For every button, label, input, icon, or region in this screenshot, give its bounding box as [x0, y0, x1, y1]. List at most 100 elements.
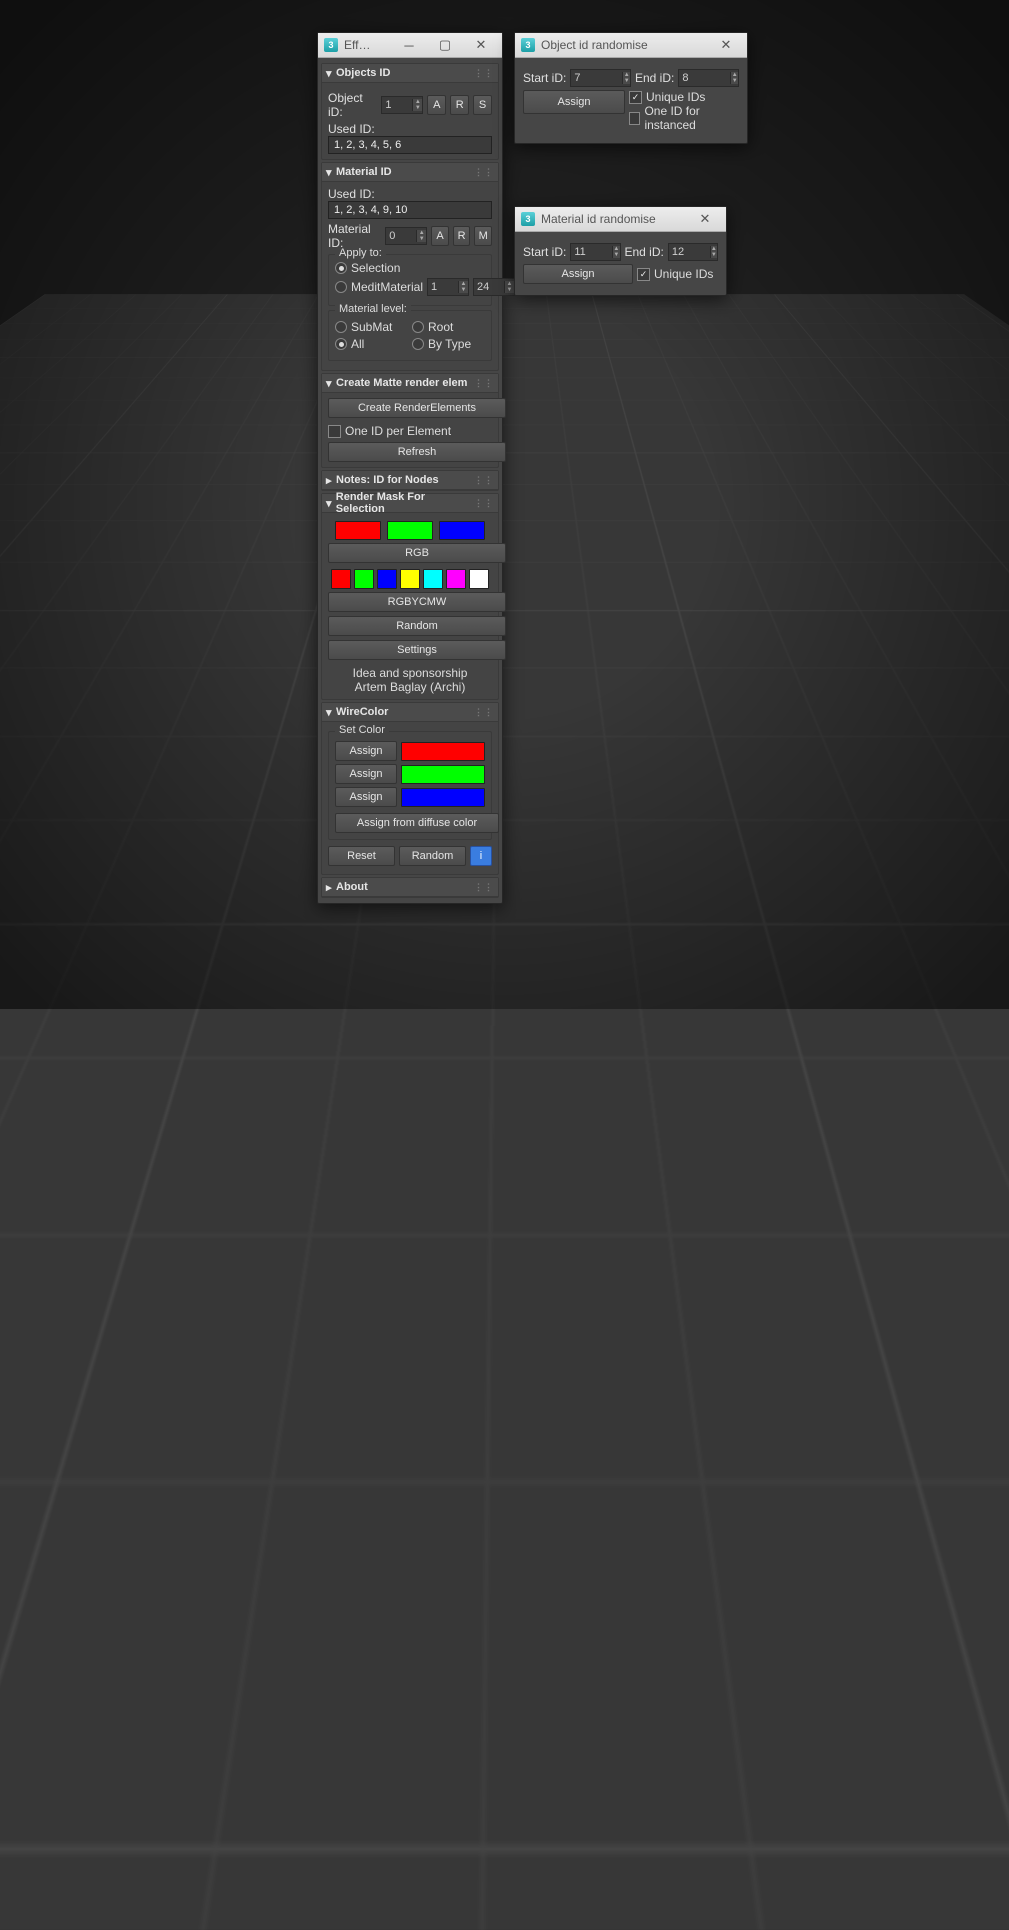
wire-swatch-green[interactable]	[401, 765, 485, 784]
swatch-blue[interactable]	[439, 521, 485, 540]
radio-meditmaterial[interactable]: MeditMaterial	[335, 280, 423, 294]
medit-end-input[interactable]	[474, 281, 504, 293]
used-id-input[interactable]	[328, 136, 492, 154]
rgbycmw-swatches	[328, 569, 492, 589]
maximize-button[interactable]: ▢	[430, 33, 460, 57]
radio-all[interactable]: All	[335, 337, 408, 351]
object-id-spinner[interactable]: ▲▼	[381, 96, 423, 114]
rollout-header-material-id[interactable]: ▾ Material ID ⋮⋮	[322, 163, 498, 182]
drag-handle-icon[interactable]: ⋮⋮	[474, 498, 494, 509]
assign-button-a[interactable]: A	[427, 95, 446, 115]
window-title: Material id randomise	[541, 212, 656, 226]
object-id-label: Object iD:	[328, 91, 377, 119]
mat-m[interactable]: M	[474, 226, 492, 246]
drag-handle-icon[interactable]: ⋮⋮	[474, 68, 494, 79]
medit-start-spinner[interactable]: ▲▼	[427, 278, 469, 296]
assign-red-button[interactable]: Assign	[335, 741, 397, 761]
swatch-yellow[interactable]	[400, 569, 420, 589]
rollout-header-about[interactable]: ▸ About ⋮⋮	[322, 878, 498, 897]
end-id-spinner[interactable]: ▲▼	[678, 69, 739, 87]
one-id-instanced-checkbox[interactable]: One ID for instanced	[629, 104, 739, 132]
rollout-header-objects-id[interactable]: ▾ Objects ID ⋮⋮	[322, 64, 498, 83]
rollout-header-notes[interactable]: ▸ Notes: ID for Nodes ⋮⋮	[322, 471, 498, 490]
rollout-header-render-mask[interactable]: ▾ Render Mask For Selection ⋮⋮	[322, 494, 498, 513]
settings-button[interactable]: Settings	[328, 640, 506, 660]
refresh-button[interactable]: Refresh	[328, 442, 506, 462]
material-id-spinner[interactable]: ▲▼	[385, 227, 427, 245]
random-wire-button[interactable]: Random	[399, 846, 466, 866]
start-id-input[interactable]	[571, 72, 622, 84]
medit-start-input[interactable]	[428, 281, 458, 293]
assign-blue-button[interactable]: Assign	[335, 787, 397, 807]
start-id-input[interactable]	[571, 246, 612, 258]
swatch-magenta[interactable]	[446, 569, 466, 589]
wire-swatch-blue[interactable]	[401, 788, 485, 807]
assign-from-diffuse-button[interactable]: Assign from diffuse color	[335, 813, 499, 833]
assign-button[interactable]: Assign	[523, 264, 633, 284]
titlebar[interactable]: 3 Material id randomise ✕	[515, 207, 726, 232]
swatch-cyan[interactable]	[423, 569, 443, 589]
rollout-material-id: ▾ Material ID ⋮⋮ Used ID: Material ID: ▲…	[321, 162, 499, 371]
radio-bytype[interactable]: By Type	[412, 337, 485, 351]
close-button[interactable]: ✕	[711, 33, 741, 57]
end-id-input[interactable]	[679, 72, 730, 84]
app-icon: 3	[324, 38, 338, 52]
swatch-red[interactable]	[331, 569, 351, 589]
drag-handle-icon[interactable]: ⋮⋮	[474, 378, 494, 389]
radio-selection[interactable]: Selection	[335, 261, 485, 275]
mat-random-r[interactable]: R	[453, 226, 471, 246]
random-mask-button[interactable]: Random	[328, 616, 506, 636]
chevron-down-icon: ▾	[326, 497, 336, 510]
rgb-button[interactable]: RGB	[328, 543, 506, 563]
radio-root[interactable]: Root	[412, 320, 485, 334]
rollout-title: WireColor	[336, 706, 388, 718]
assign-button[interactable]: Assign	[523, 90, 625, 114]
end-id-label: End iD:	[625, 245, 664, 259]
close-button[interactable]: ✕	[466, 33, 496, 57]
random-button-r[interactable]: R	[450, 95, 469, 115]
unique-ids-checkbox[interactable]: ✓Unique IDs	[637, 267, 713, 281]
start-id-spinner[interactable]: ▲▼	[570, 243, 620, 261]
start-id-spinner[interactable]: ▲▼	[570, 69, 631, 87]
titlebar[interactable]: 3 Object id randomise ✕	[515, 33, 747, 58]
rgbycmw-button[interactable]: RGBYCMW	[328, 592, 506, 612]
assign-green-button[interactable]: Assign	[335, 764, 397, 784]
mat-used-input[interactable]	[328, 201, 492, 219]
minimize-button[interactable]: ─	[394, 33, 424, 57]
material-id-input[interactable]	[386, 230, 416, 242]
swatch-white[interactable]	[469, 569, 489, 589]
main-window: 3 Eff… ─ ▢ ✕ ▾ Objects ID ⋮⋮ Object iD: …	[317, 32, 503, 904]
reset-button[interactable]: Reset	[328, 846, 395, 866]
mat-assign-a[interactable]: A	[431, 226, 449, 246]
info-button[interactable]: i	[470, 846, 492, 866]
app-icon: 3	[521, 38, 535, 52]
radio-submat[interactable]: SubMat	[335, 320, 408, 334]
drag-handle-icon[interactable]: ⋮⋮	[474, 707, 494, 718]
medit-end-spinner[interactable]: ▲▼	[473, 278, 515, 296]
drag-handle-icon[interactable]: ⋮⋮	[474, 882, 494, 893]
end-id-input[interactable]	[669, 246, 710, 258]
object-id-input[interactable]	[382, 99, 412, 111]
rollout-title: Render Mask For Selection	[336, 491, 474, 515]
wire-swatch-red[interactable]	[401, 742, 485, 761]
rollout-header-wirecolor[interactable]: ▾ WireColor ⋮⋮	[322, 703, 498, 722]
swatch-green[interactable]	[387, 521, 433, 540]
object-randomise-window: 3 Object id randomise ✕ Start iD: ▲▼ End…	[514, 32, 748, 144]
apply-to-title: Apply to:	[335, 247, 386, 259]
create-renderelements-button[interactable]: Create RenderElements	[328, 398, 506, 418]
one-id-per-element-checkbox[interactable]: One ID per Element	[328, 424, 451, 438]
rollout-render-mask: ▾ Render Mask For Selection ⋮⋮ RGB	[321, 493, 499, 700]
viewport-vignette	[0, 0, 1009, 1009]
rollout-header-matte[interactable]: ▾ Create Matte render elem ⋮⋮	[322, 374, 498, 393]
drag-handle-icon[interactable]: ⋮⋮	[474, 167, 494, 178]
swatch-green[interactable]	[354, 569, 374, 589]
swatch-blue[interactable]	[377, 569, 397, 589]
select-button-s[interactable]: S	[473, 95, 492, 115]
drag-handle-icon[interactable]: ⋮⋮	[474, 475, 494, 486]
titlebar[interactable]: 3 Eff… ─ ▢ ✕	[318, 33, 502, 58]
swatch-red[interactable]	[335, 521, 381, 540]
close-button[interactable]: ✕	[690, 207, 720, 231]
unique-ids-checkbox[interactable]: ✓Unique IDs	[629, 90, 739, 104]
app-icon: 3	[521, 212, 535, 226]
end-id-spinner[interactable]: ▲▼	[668, 243, 718, 261]
